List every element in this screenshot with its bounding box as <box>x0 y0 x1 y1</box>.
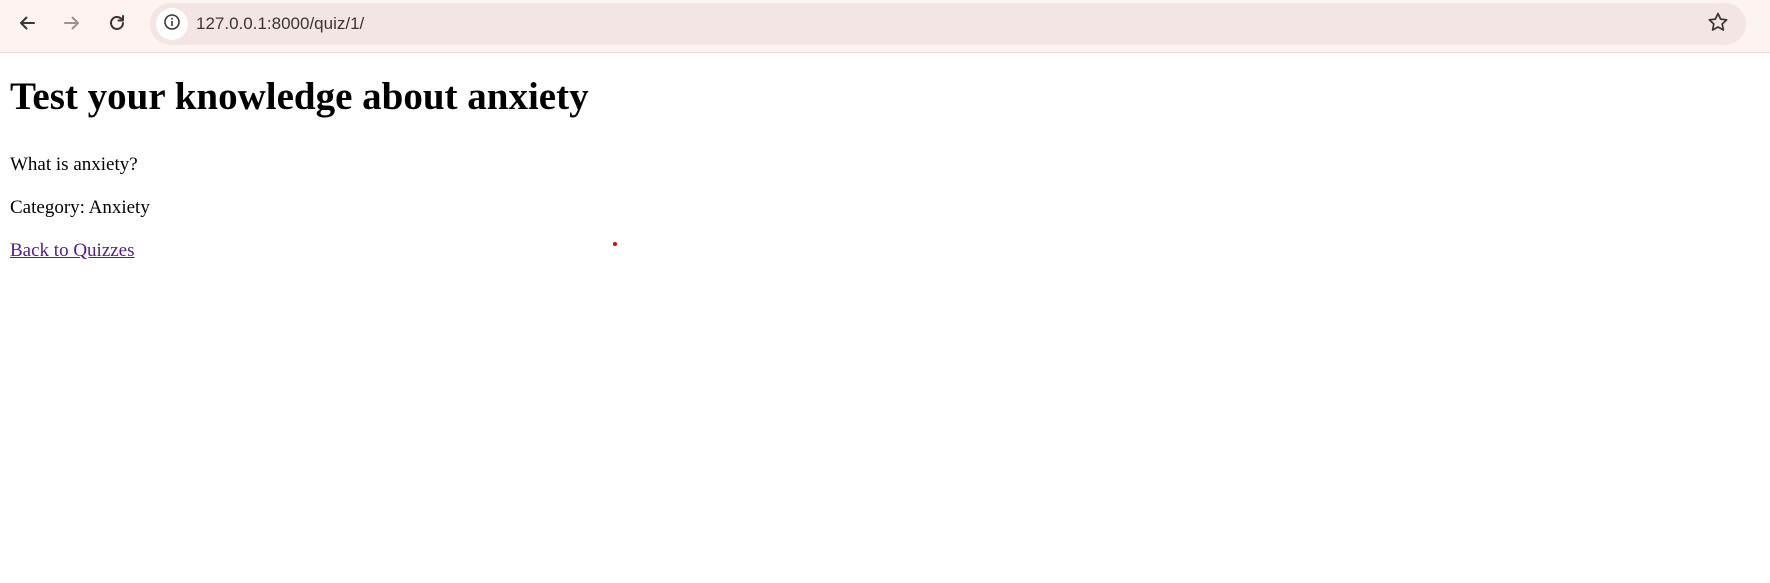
reload-icon <box>107 13 127 33</box>
back-arrow-icon <box>17 13 37 33</box>
bookmark-button[interactable] <box>1704 10 1732 38</box>
back-to-quizzes-link[interactable]: Back to Quizzes <box>10 240 135 263</box>
url-text[interactable]: 127.0.0.1:8000/quiz/1/ <box>196 3 364 45</box>
mouse-pointer-marker <box>613 242 617 246</box>
forward-button[interactable] <box>54 5 90 41</box>
quiz-category: Category: Anxiety <box>10 197 150 218</box>
reload-button[interactable] <box>99 5 135 41</box>
page-title: Test your knowledge about anxiety <box>10 75 589 118</box>
info-icon <box>163 13 181 36</box>
address-bar[interactable]: 127.0.0.1:8000/quiz/1/ <box>150 3 1746 45</box>
browser-toolbar: 127.0.0.1:8000/quiz/1/ <box>0 0 1770 53</box>
back-button[interactable] <box>9 5 45 41</box>
star-icon <box>1707 11 1729 38</box>
forward-arrow-icon <box>62 13 82 33</box>
page-content: Test your knowledge about anxiety What i… <box>0 54 1770 583</box>
quiz-question: What is anxiety? <box>10 154 138 175</box>
site-info-button[interactable] <box>156 8 188 40</box>
